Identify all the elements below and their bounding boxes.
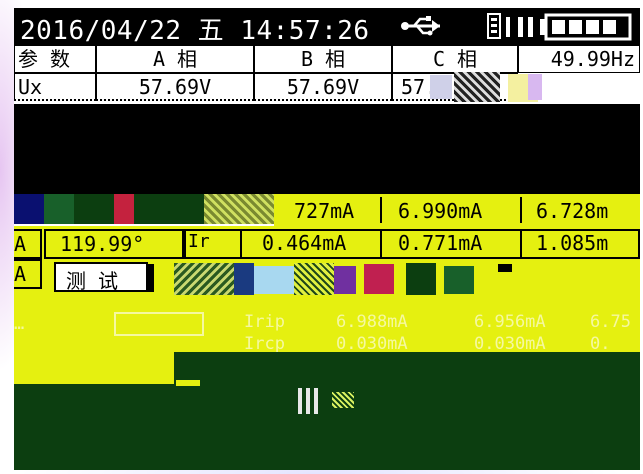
ghost-box <box>114 312 204 336</box>
faded-row1-a: 6.988mA <box>336 312 408 332</box>
glitch-block <box>74 194 114 224</box>
glitch-block <box>254 266 294 294</box>
divider <box>240 229 242 259</box>
glitch-block <box>334 266 356 294</box>
glitch-block <box>234 263 254 295</box>
faded-row1-label: Irip <box>244 312 285 332</box>
glitch-block <box>44 194 74 224</box>
header-row: 参 数 A 相 B 相 C 相 49.99Hz <box>14 45 640 73</box>
angle-phase-box: A <box>14 229 42 259</box>
faded-row1-b: 6.956mA <box>474 312 546 332</box>
ux-row: Ux 57.69V 57.69V 57.7 <box>14 73 640 101</box>
glitch-block <box>114 194 134 224</box>
ux-label: Ux <box>14 73 96 101</box>
param-header: 参 数 <box>14 45 96 73</box>
faded-row2-a: 0.030mA <box>336 334 408 354</box>
status-bar: 2016/04/22 五 14:57:26 <box>14 8 640 46</box>
glitch-block <box>174 263 234 295</box>
current-row1-b: 6.990mA <box>398 199 483 223</box>
ir-phase-b: 0.771mA <box>398 231 483 255</box>
ghost-text: … <box>14 314 25 334</box>
black-band <box>14 104 640 194</box>
phase-a-header: A 相 <box>96 45 254 73</box>
glitch-block <box>406 263 436 295</box>
phase-c-header: C 相 <box>392 45 518 73</box>
glitch-block <box>498 264 512 272</box>
glitch-block <box>444 266 474 294</box>
ir-label: Ir <box>188 231 210 252</box>
current-row1-a: 727mA <box>294 199 355 223</box>
glitch-block <box>332 392 354 408</box>
divider <box>520 229 522 259</box>
usb-icon <box>401 16 440 36</box>
glitch-block <box>306 388 310 414</box>
faded-row1-c: 6.75 <box>590 312 631 332</box>
current-row1-c: 6.728m <box>536 199 609 223</box>
angle-value-box: 119.99° <box>44 229 184 259</box>
faded-row2-label: Ircp <box>244 334 285 354</box>
divider <box>380 197 382 223</box>
divider <box>380 229 382 259</box>
glitch-block <box>204 194 274 224</box>
ir-phase-a: 0.464mA <box>262 231 347 255</box>
glitch-block <box>134 194 204 224</box>
faded-row2-b: 0.030mA <box>474 334 546 354</box>
ir-phase-c: 1.085m <box>536 231 609 255</box>
faded-row2-c: 0. <box>590 334 611 354</box>
button-shadow <box>148 264 154 292</box>
glitch-block <box>176 380 200 386</box>
battery-icon <box>487 13 632 41</box>
frequency-value: 49.99Hz <box>518 45 640 73</box>
glitch-block <box>430 75 452 99</box>
glitch-block <box>294 263 334 295</box>
ux-phase-a: 57.69V <box>96 73 254 101</box>
glitch-block <box>14 352 174 384</box>
device-screen: 2016/04/22 五 14:57:26 参 数 A 相 B 相 C 相 49… <box>14 8 640 470</box>
glitch-block <box>364 264 394 294</box>
glitch-block <box>14 194 44 224</box>
row-marker-box: A <box>14 259 42 289</box>
datetime-display: 2016/04/22 五 14:57:26 <box>20 16 370 46</box>
test-button-label: 测 试 <box>66 269 119 293</box>
divider <box>520 197 522 223</box>
green-panel-lower <box>14 384 640 470</box>
glitch-block <box>528 74 542 100</box>
ux-phase-b: 57.69V <box>254 73 392 101</box>
glitch-block <box>314 388 318 414</box>
phase-b-header: B 相 <box>254 45 392 73</box>
test-button[interactable]: 测 试 <box>54 262 148 293</box>
glitch-block <box>298 388 302 414</box>
glitch-block <box>454 72 500 102</box>
angle-value: 119.99° <box>60 232 145 256</box>
